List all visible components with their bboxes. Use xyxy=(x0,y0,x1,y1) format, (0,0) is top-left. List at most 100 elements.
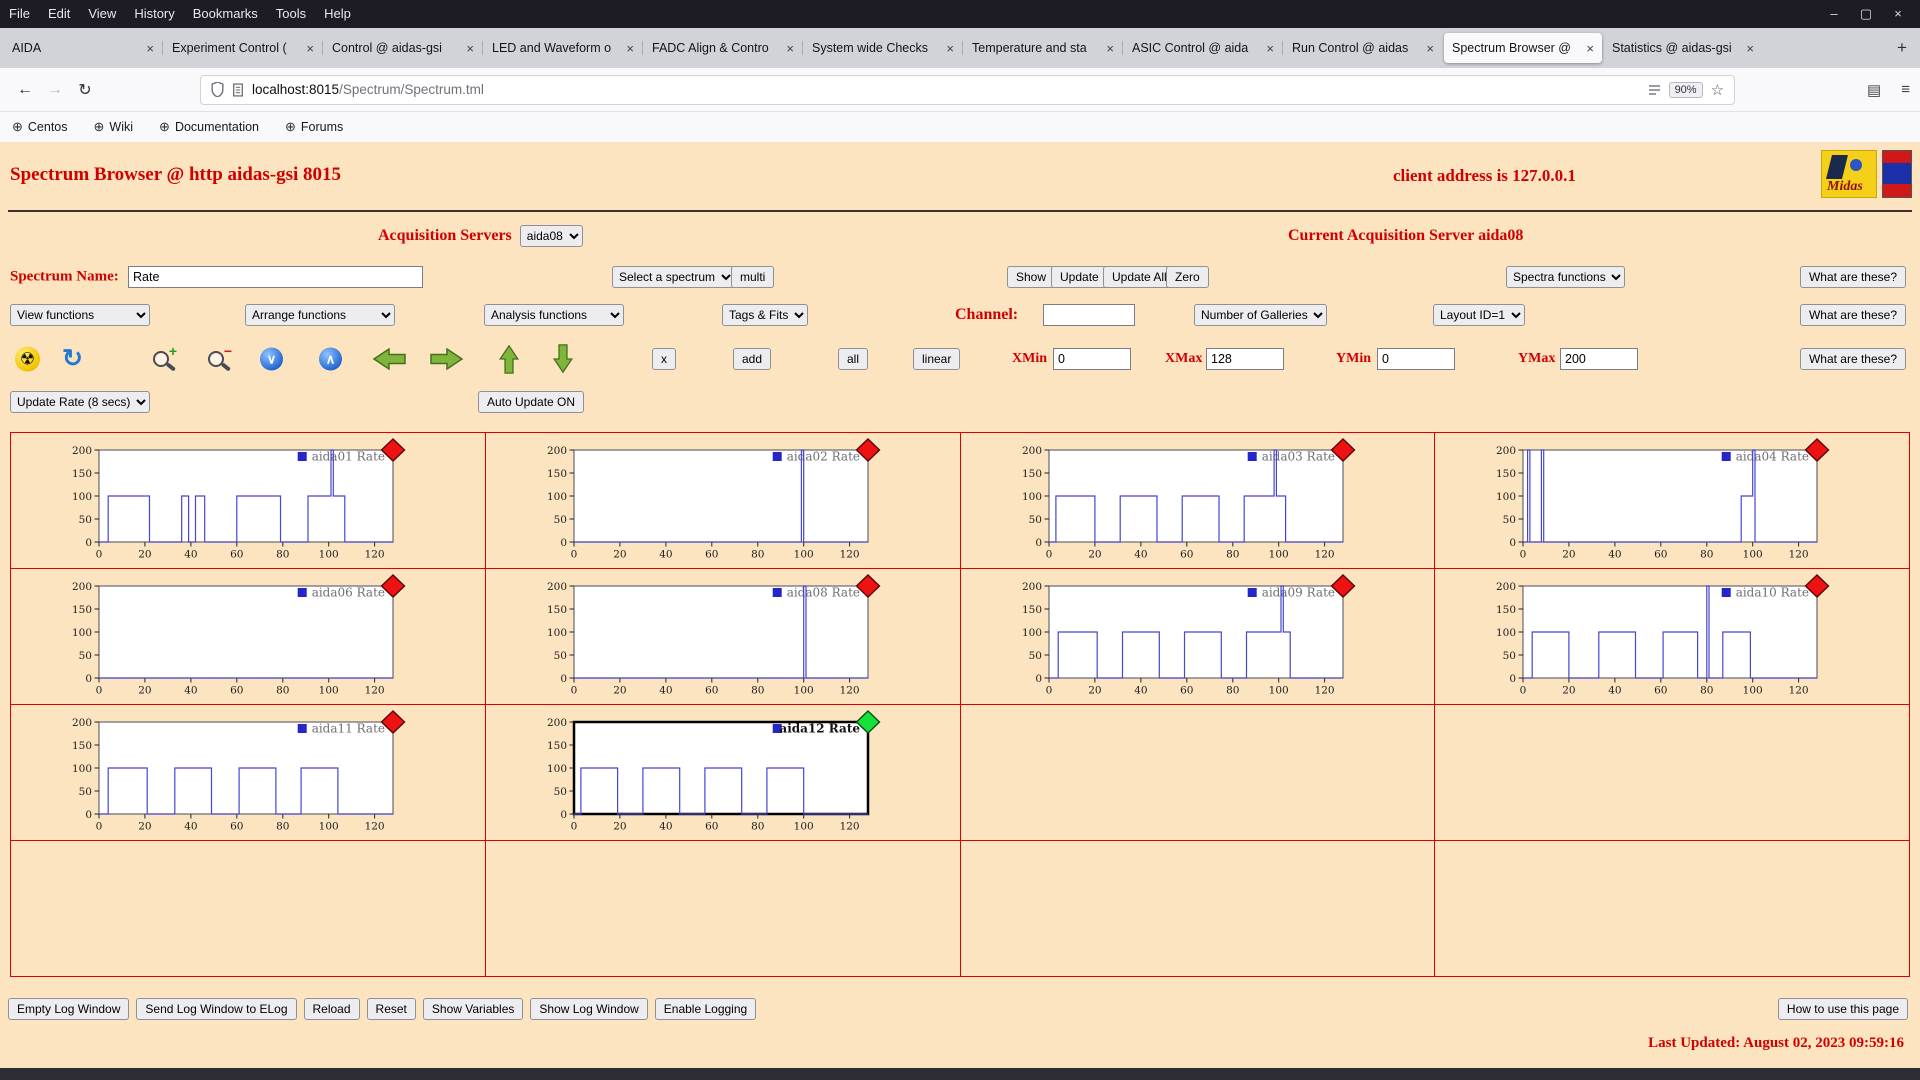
bookmark-star-icon[interactable]: ☆ xyxy=(1711,81,1724,99)
midas-logo[interactable]: Midas xyxy=(1821,150,1877,198)
xmin-input[interactable] xyxy=(1053,348,1131,370)
tab-control-aidas-gsi[interactable]: Control @ aidas-gsi × xyxy=(322,33,482,63)
tab-close-icon[interactable]: × xyxy=(626,41,634,56)
menu-edit[interactable]: Edit xyxy=(39,0,79,28)
close-button[interactable]: × xyxy=(1882,0,1914,28)
add-button[interactable]: add xyxy=(733,348,772,370)
acquisition-server-select[interactable]: aida08 xyxy=(519,225,583,247)
spectrum-chart-aida10[interactable]: 0 50 100 150 200 0 20 40 60 80 100 120 aida10 Rate xyxy=(1475,572,1835,705)
reload-button[interactable]: Reload xyxy=(303,998,360,1020)
spectra-functions-dropdown[interactable]: Spectra functions xyxy=(1506,266,1625,288)
spectrum-chart-aida09[interactable]: 0 50 100 150 200 0 20 40 60 80 100 120 aida09 Rate xyxy=(1001,572,1361,705)
spectrum-chart-aida12[interactable]: 0 50 100 150 200 0 20 40 60 80 100 120 aida12 Rate xyxy=(526,708,886,841)
multi-button[interactable]: multi xyxy=(731,266,775,288)
spectrum-name-input[interactable] xyxy=(128,266,423,288)
zoom-level-badge[interactable]: 90% xyxy=(1668,81,1703,98)
tab-system-wide-checks[interactable]: System wide Checks × xyxy=(802,33,962,63)
tab-close-icon[interactable]: × xyxy=(466,41,474,56)
enable-logging-button[interactable]: Enable Logging xyxy=(654,998,757,1020)
reader-view-icon[interactable] xyxy=(1648,84,1661,96)
menu-history[interactable]: History xyxy=(125,0,183,28)
send-log-window-to-elog-button[interactable]: Send Log Window to ELog xyxy=(136,998,297,1020)
arrow-up-icon[interactable] xyxy=(494,344,524,374)
collapse-y-icon[interactable]: ∨ xyxy=(260,347,283,371)
radiation-icon[interactable]: ☢ xyxy=(15,346,40,372)
arrow-down-icon[interactable] xyxy=(548,344,578,374)
tab-close-icon[interactable]: × xyxy=(306,41,314,56)
show-variables-button[interactable]: Show Variables xyxy=(422,998,524,1020)
bookmark-forums[interactable]: ⊕ Forums xyxy=(285,119,343,135)
bookmark-documentation[interactable]: ⊕ Documentation xyxy=(159,119,259,135)
auto-update-button[interactable]: Auto Update ON xyxy=(478,391,585,413)
update-all-button[interactable]: Update All xyxy=(1103,266,1176,288)
menu-icon[interactable]: ≡ xyxy=(1901,81,1910,98)
tab-close-icon[interactable]: × xyxy=(1426,41,1434,56)
ymax-input[interactable] xyxy=(1560,348,1638,370)
menu-tools[interactable]: Tools xyxy=(267,0,315,28)
what-are-these-button-2[interactable]: What are these? xyxy=(1799,304,1906,326)
back-button[interactable]: ← xyxy=(10,75,40,105)
show-button[interactable]: Show xyxy=(1007,266,1056,288)
tab-spectrum-browser[interactable]: Spectrum Browser @ × xyxy=(1444,33,1602,63)
tab-close-icon[interactable]: × xyxy=(1586,41,1594,56)
tab-close-icon[interactable]: × xyxy=(146,41,154,56)
spectrum-chart-aida04[interactable]: 0 50 100 150 200 0 20 40 60 80 100 120 aida04 Rate xyxy=(1475,436,1835,569)
analysis-functions-dropdown[interactable]: Analysis functions xyxy=(484,304,624,326)
arrow-left-icon[interactable] xyxy=(372,348,406,370)
spectrum-chart-aida03[interactable]: 0 50 100 150 200 0 20 40 60 80 100 120 aida03 Rate xyxy=(1001,436,1361,569)
update-button[interactable]: Update xyxy=(1051,266,1108,288)
how-to-use-button[interactable]: How to use this page xyxy=(1777,998,1908,1020)
secondary-logo[interactable] xyxy=(1882,150,1912,198)
expand-y-icon[interactable]: ∧ xyxy=(319,347,342,371)
minimize-button[interactable]: – xyxy=(1818,0,1850,28)
what-are-these-button-3[interactable]: What are these? xyxy=(1799,348,1906,370)
empty-log-window-button[interactable]: Empty Log Window xyxy=(8,998,130,1020)
view-functions-dropdown[interactable]: View functions xyxy=(10,304,150,326)
spectrum-chart-aida08[interactable]: 0 50 100 150 200 0 20 40 60 80 100 120 aida08 Rate xyxy=(526,572,886,705)
bookmark-wiki[interactable]: ⊕ Wiki xyxy=(94,119,134,135)
zoom-in-icon[interactable]: + xyxy=(151,343,177,372)
tab-close-icon[interactable]: × xyxy=(1746,41,1754,56)
zoom-out-icon[interactable]: − xyxy=(206,343,232,372)
maximize-button[interactable]: ▢ xyxy=(1850,0,1882,28)
spectrum-chart-aida06[interactable]: 0 50 100 150 200 0 20 40 60 80 100 120 aida06 Rate xyxy=(51,572,411,705)
menu-view[interactable]: View xyxy=(79,0,125,28)
tab-temperature-and-sta[interactable]: Temperature and sta × xyxy=(962,33,1122,63)
x-button[interactable]: x xyxy=(652,348,676,370)
tab-experiment-control[interactable]: Experiment Control (× xyxy=(162,33,322,63)
refresh-icon[interactable]: ↻ xyxy=(62,346,83,372)
shield-icon[interactable] xyxy=(211,82,224,97)
tab-statistics-aidas-gsi[interactable]: Statistics @ aidas-gsi × xyxy=(1602,33,1762,63)
tab-led-and-waveform-o[interactable]: LED and Waveform o × xyxy=(482,33,642,63)
update-rate-dropdown[interactable]: Update Rate (8 secs) xyxy=(10,391,150,413)
page-info-icon[interactable] xyxy=(232,82,244,97)
tab-aida[interactable]: AIDA × xyxy=(4,33,162,63)
xmax-input[interactable] xyxy=(1206,348,1284,370)
tab-close-icon[interactable]: × xyxy=(1266,41,1274,56)
spectrum-chart-aida01[interactable]: 0 50 100 150 200 0 20 40 60 80 100 120 aida01 Rate xyxy=(51,436,411,569)
tab-close-icon[interactable]: × xyxy=(946,41,954,56)
ymin-input[interactable] xyxy=(1377,348,1455,370)
arrange-functions-dropdown[interactable]: Arrange functions xyxy=(245,304,395,326)
number-of-galleries-dropdown[interactable]: Number of Galleries xyxy=(1194,304,1327,326)
linear-button[interactable]: linear xyxy=(913,348,961,370)
menu-bookmarks[interactable]: Bookmarks xyxy=(184,0,267,28)
tags-fits-dropdown[interactable]: Tags & Fits xyxy=(722,304,808,326)
zero-button[interactable]: Zero xyxy=(1166,266,1209,288)
channel-input[interactable] xyxy=(1043,304,1135,326)
tab-fadc-align-contro[interactable]: FADC Align & Contro × xyxy=(642,33,802,63)
what-are-these-button-1[interactable]: What are these? xyxy=(1799,266,1906,288)
forward-button[interactable]: → xyxy=(40,75,70,105)
new-tab-button[interactable]: + xyxy=(1887,34,1917,62)
tab-asic-control-aida[interactable]: ASIC Control @ aida × xyxy=(1122,33,1282,63)
select-spectrum-dropdown[interactable]: Select a spectrum xyxy=(612,266,735,288)
tab-run-control-aidas[interactable]: Run Control @ aidas × xyxy=(1282,33,1442,63)
spectrum-chart-aida02[interactable]: 0 50 100 150 200 0 20 40 60 80 100 120 aida02 Rate xyxy=(526,436,886,569)
reload-button[interactable]: ↻ xyxy=(70,75,100,105)
tab-close-icon[interactable]: × xyxy=(786,41,794,56)
arrow-right-icon[interactable] xyxy=(430,348,464,370)
layout-id-dropdown[interactable]: Layout ID=1 xyxy=(1433,304,1525,326)
tab-close-icon[interactable]: × xyxy=(1106,41,1114,56)
menu-help[interactable]: Help xyxy=(315,0,360,28)
spectrum-chart-aida11[interactable]: 0 50 100 150 200 0 20 40 60 80 100 120 aida11 Rate xyxy=(51,708,411,841)
